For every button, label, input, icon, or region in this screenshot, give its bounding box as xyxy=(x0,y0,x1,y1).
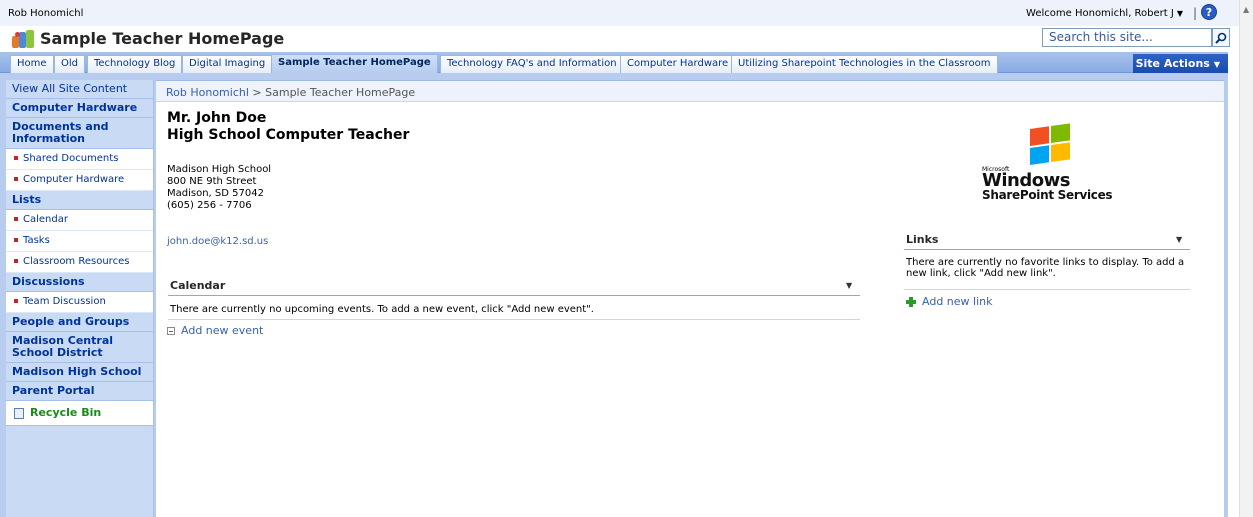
site-logo-icon xyxy=(12,30,34,48)
nav-item-label: Classroom Resources xyxy=(23,256,130,267)
windows-flag-icon xyxy=(1030,123,1072,167)
breadcrumb-separator: > xyxy=(252,86,262,99)
search-icon[interactable] xyxy=(1212,28,1230,47)
tab-computer-hardware[interactable]: Computer Hardware xyxy=(620,55,736,73)
main-content: Rob Honomichl > Sample Teacher HomePage … xyxy=(156,80,1224,517)
quick-launch: View All Site Content Computer Hardware … xyxy=(6,80,154,517)
teacher-role: High School Computer Teacher xyxy=(167,127,410,143)
nav-item-computer-hardware[interactable]: Computer Hardware xyxy=(6,170,153,191)
site-actions-label: Site Actions xyxy=(1135,57,1210,70)
tab-technology-blog[interactable]: Technology Blog xyxy=(87,55,183,73)
plus-icon xyxy=(906,297,916,307)
top-separator: | xyxy=(1192,6,1197,20)
tab-digital-imaging[interactable]: Digital Imaging xyxy=(182,55,273,73)
vertical-scrollbar[interactable]: ▲ xyxy=(1239,0,1253,517)
teacher-name: Mr. John Doe xyxy=(167,110,267,126)
address-line: Madison High School xyxy=(167,164,272,175)
address-phone: (605) 256 - 7706 xyxy=(167,200,252,211)
nav-heading-people-groups[interactable]: People and Groups xyxy=(6,313,153,332)
global-breadcrumb-link[interactable]: Rob Honomichl xyxy=(8,8,83,19)
logo-sharepoint-text: SharePoint Services xyxy=(982,188,1113,202)
site-title[interactable]: Sample Teacher HomePage xyxy=(40,29,284,48)
links-empty-message: There are currently no favorite links to… xyxy=(906,257,1185,279)
tab-old[interactable]: Old xyxy=(54,55,85,73)
tab-technology-faq[interactable]: Technology FAQ's and Information xyxy=(440,55,624,73)
chevron-down-icon: ▼ xyxy=(1213,60,1220,69)
calendar-empty-message: There are currently no upcoming events. … xyxy=(170,304,594,315)
calendar-webpart-title[interactable]: Calendar xyxy=(170,279,225,292)
nav-item-label: Calendar xyxy=(23,214,68,225)
chevron-down-icon: ▼ xyxy=(1176,9,1183,18)
recycle-bin-link[interactable]: Recycle Bin xyxy=(6,401,153,426)
breadcrumb-root-link[interactable]: Rob Honomichl xyxy=(166,86,249,99)
nav-heading-computer-hardware[interactable]: Computer Hardware xyxy=(6,99,153,118)
teacher-heading: Mr. John Doe High School Computer Teache… xyxy=(167,110,409,144)
address-line: Madison, SD 57042 xyxy=(167,188,264,199)
add-new-link-link[interactable]: Add new link xyxy=(906,295,992,308)
nav-heading-madison-central[interactable]: Madison Central School District xyxy=(6,332,153,363)
search-input[interactable]: Search this site... xyxy=(1042,28,1212,47)
top-nav-tabs: Home Old Technology Blog Digital Imaging… xyxy=(0,52,1228,73)
bullet-icon xyxy=(14,259,18,263)
add-new-link-label: Add new link xyxy=(922,295,993,308)
address-line: 800 NE 9th Street xyxy=(167,176,257,187)
calendar-title-rule xyxy=(168,295,860,296)
links-webpart-title[interactable]: Links xyxy=(906,233,938,246)
tab-utilizing-sharepoint[interactable]: Utilizing Sharepoint Technologies in the… xyxy=(731,55,998,73)
calendar-menu-chevron-icon[interactable]: ▼ xyxy=(846,281,852,290)
tab-sample-teacher-homepage[interactable]: Sample Teacher HomePage xyxy=(271,54,438,73)
links-title-rule xyxy=(904,249,1190,250)
nav-item-label: Computer Hardware xyxy=(23,174,125,185)
welcome-text: Welcome Honomichl, Robert J xyxy=(1026,8,1174,19)
recycle-bin-label: Recycle Bin xyxy=(30,406,102,419)
bullet-icon xyxy=(14,299,18,303)
nav-heading-documents[interactable]: Documents and Information xyxy=(6,118,153,149)
nav-item-label: Shared Documents xyxy=(23,153,119,164)
help-icon[interactable]: ? xyxy=(1201,4,1217,20)
view-all-site-content-link[interactable]: View All Site Content xyxy=(6,80,153,99)
recycle-bin-icon xyxy=(14,407,24,419)
nav-item-team-discussion[interactable]: Team Discussion xyxy=(6,292,153,313)
welcome-menu[interactable]: Welcome Honomichl, Robert J ▼ xyxy=(1026,8,1183,19)
nav-item-label: Team Discussion xyxy=(23,296,106,307)
breadcrumb-current: Sample Teacher HomePage xyxy=(265,86,416,99)
nav-item-label: Tasks xyxy=(23,235,50,246)
tab-home[interactable]: Home xyxy=(10,55,54,73)
global-top-bar: Rob Honomichl Welcome Honomichl, Robert … xyxy=(0,0,1239,26)
nav-item-shared-documents[interactable]: Shared Documents xyxy=(6,149,153,170)
nav-heading-madison-high[interactable]: Madison High School xyxy=(6,363,153,382)
scroll-up-arrow-icon[interactable]: ▲ xyxy=(1243,5,1249,14)
nav-heading-lists[interactable]: Lists xyxy=(6,191,153,210)
site-actions-button[interactable]: Site Actions ▼ xyxy=(1133,54,1228,73)
email-link[interactable]: john.doe@k12.sd.us xyxy=(167,236,268,247)
site-title-bar: Sample Teacher HomePage Search this site… xyxy=(0,26,1239,52)
windows-sharepoint-logo: Microsoft Windows SharePoint Services xyxy=(978,120,1113,202)
links-bottom-rule xyxy=(904,289,1190,290)
bullet-icon xyxy=(14,217,18,221)
breadcrumb: Rob Honomichl > Sample Teacher HomePage xyxy=(156,81,1224,102)
add-event-icon xyxy=(167,327,175,335)
add-new-event-link[interactable]: Add new event xyxy=(167,324,263,337)
nav-item-classroom-resources[interactable]: Classroom Resources xyxy=(6,252,153,273)
bullet-icon xyxy=(14,177,18,181)
nav-heading-parent-portal[interactable]: Parent Portal xyxy=(6,382,153,401)
nav-item-tasks[interactable]: Tasks xyxy=(6,231,153,252)
bullet-icon xyxy=(14,156,18,160)
school-address: Madison High School 800 NE 9th Street Ma… xyxy=(167,164,271,212)
nav-item-calendar[interactable]: Calendar xyxy=(6,210,153,231)
links-menu-chevron-icon[interactable]: ▼ xyxy=(1176,235,1182,244)
add-new-event-label: Add new event xyxy=(181,324,264,337)
calendar-bottom-rule xyxy=(168,319,860,320)
nav-heading-discussions[interactable]: Discussions xyxy=(6,273,153,292)
bullet-icon xyxy=(14,238,18,242)
